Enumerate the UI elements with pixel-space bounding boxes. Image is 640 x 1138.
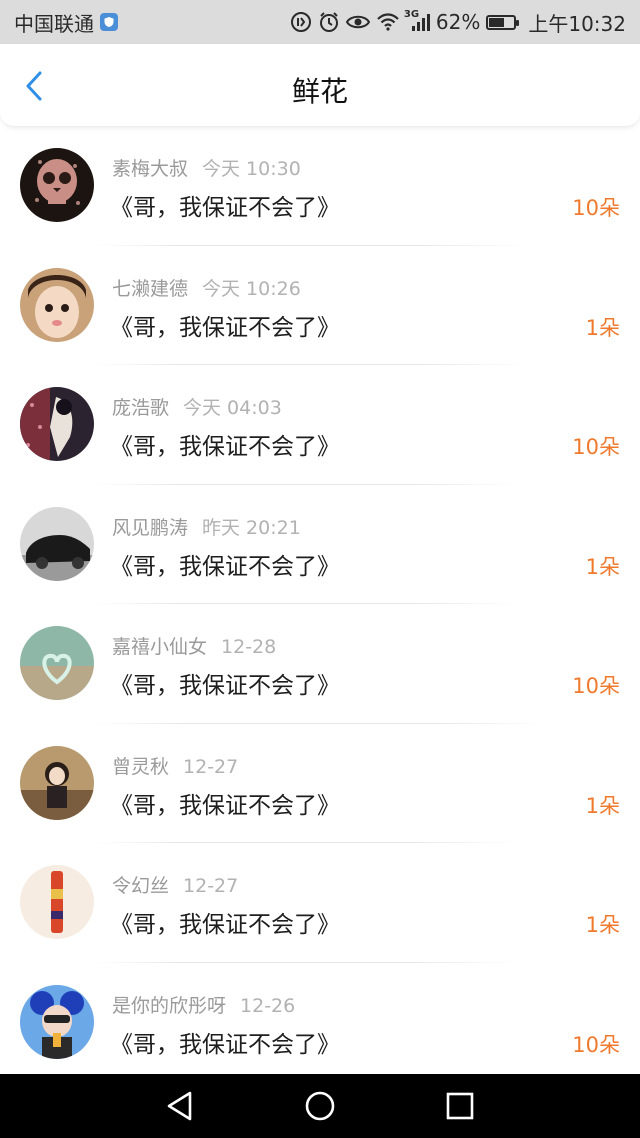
avatar[interactable] — [20, 626, 94, 700]
signal-type-label: 3G — [403, 9, 420, 20]
gift-message: 《哥，我保证不会了》 — [110, 673, 340, 699]
home-circle-icon — [305, 1091, 335, 1121]
carrier-label: 中国联通 — [14, 11, 94, 36]
list-item[interactable]: 嘉禧小仙女 12-28 《哥，我保证不会了》 10朵 — [0, 604, 640, 724]
list-item[interactable]: 曾灵秋 12-27 《哥，我保证不会了》 1朵 — [0, 724, 640, 843]
data-saver-icon — [290, 11, 312, 33]
status-bar-left: 中国联通 — [14, 8, 118, 37]
avatar[interactable] — [20, 865, 94, 939]
gift-message: 《哥，我保证不会了》 — [110, 314, 340, 341]
avatar[interactable] — [20, 745, 94, 820]
sender-line: 令幻丝 12-27 — [112, 871, 238, 898]
timestamp: 12-27 — [183, 875, 239, 897]
flower-count: 10朵 — [572, 1032, 620, 1057]
nav-recents-button[interactable] — [436, 1082, 484, 1130]
flower-count: 1朵 — [585, 554, 620, 579]
status-bar: 中国联通 3G 62% 上午10:32 — [0, 0, 640, 44]
flower-count: 10朵 — [572, 196, 620, 220]
page-title: 鲜花 — [291, 75, 348, 108]
sender-line: 素梅大叔 今天 10:30 — [112, 154, 301, 181]
flower-count: 1朵 — [585, 793, 620, 818]
battery-percent: 62% — [435, 10, 481, 34]
recents-square-icon — [446, 1092, 474, 1120]
timestamp: 今天 10:30 — [202, 158, 301, 180]
nav-back-button[interactable] — [156, 1082, 204, 1130]
list-item[interactable]: 庞浩歌 今天 04:03 《哥，我保证不会了》 10朵 — [0, 365, 640, 485]
timestamp: 今天 10:26 — [202, 277, 301, 300]
sender-line: 庞浩歌 今天 04:03 — [112, 393, 282, 420]
sender-name[interactable]: 令幻丝 — [112, 875, 169, 897]
flower-count: 1朵 — [585, 315, 620, 340]
list-item[interactable]: 七濑建德 今天 10:26 《哥，我保证不会了》 1朵 — [0, 246, 640, 365]
battery-level — [489, 17, 505, 27]
gift-message: 《哥，我保证不会了》 — [110, 912, 340, 938]
clock: 上午10:32 — [528, 11, 626, 36]
sender-line: 是你的欣彤呀 12-26 — [112, 991, 295, 1018]
avatar[interactable] — [20, 267, 94, 342]
sender-name[interactable]: 曾灵秋 — [112, 756, 169, 778]
back-triangle-icon — [167, 1091, 192, 1121]
eye-icon — [345, 12, 370, 32]
gift-message: 《哥，我保证不会了》 — [110, 434, 340, 460]
gift-message: 《哥，我保证不会了》 — [110, 792, 340, 819]
sender-name[interactable]: 嘉禧小仙女 — [112, 636, 207, 658]
sender-name[interactable]: 是你的欣彤呀 — [112, 995, 226, 1017]
list-item[interactable]: 令幻丝 12-27 《哥，我保证不会了》 1朵 — [0, 843, 640, 963]
gift-list: 素梅大叔 今天 10:30 《哥，我保证不会了》 10朵 七濑建德 今天 10:26 《哥，… — [0, 126, 640, 1082]
sender-name[interactable]: 素梅大叔 — [112, 158, 188, 180]
sender-name[interactable]: 庞浩歌 — [112, 397, 169, 419]
wifi-icon — [376, 12, 400, 32]
timestamp: 12-26 — [240, 994, 296, 1017]
list-item[interactable]: 风见鹏涛 昨天 20:21 《哥，我保证不会了》 1朵 — [0, 485, 640, 604]
gift-message: 《哥，我保证不会了》 — [110, 195, 340, 221]
timestamp: 昨天 20:21 — [202, 516, 301, 539]
list-item[interactable]: 是你的欣彤呀 12-26 《哥，我保证不会了》 10朵 — [0, 963, 640, 1083]
status-bar-right: 3G 62% 上午10:32 — [290, 8, 626, 37]
sender-line: 曾灵秋 12-27 — [112, 752, 238, 779]
alarm-icon — [318, 11, 340, 33]
shield-icon — [100, 13, 118, 31]
flower-count: 1朵 — [585, 913, 620, 937]
timestamp: 12-27 — [183, 755, 239, 778]
avatar[interactable] — [20, 984, 94, 1059]
sender-line: 七濑建德 今天 10:26 — [112, 274, 301, 301]
nav-home-button[interactable] — [296, 1082, 344, 1130]
sender-name[interactable]: 七濑建德 — [112, 278, 188, 300]
avatar[interactable] — [20, 148, 94, 222]
sender-line: 风见鹏涛 昨天 20:21 — [112, 513, 301, 540]
sender-name[interactable]: 风见鹏涛 — [112, 517, 188, 539]
battery-icon — [486, 14, 520, 30]
sender-line: 嘉禧小仙女 12-28 — [112, 632, 276, 659]
flower-count: 10朵 — [572, 674, 620, 698]
flower-count: 10朵 — [572, 435, 620, 459]
list-item[interactable]: 素梅大叔 今天 10:30 《哥，我保证不会了》 10朵 — [0, 126, 640, 246]
gift-message: 《哥，我保证不会了》 — [110, 553, 340, 580]
gift-message: 《哥，我保证不会了》 — [110, 1031, 340, 1058]
avatar[interactable] — [20, 506, 94, 581]
system-nav-bar — [0, 1074, 640, 1138]
avatar[interactable] — [20, 387, 94, 461]
signal-icon: 3G — [403, 9, 430, 32]
timestamp: 今天 04:03 — [183, 397, 282, 419]
app-header: 鲜花 — [0, 44, 640, 127]
timestamp: 12-28 — [221, 636, 277, 658]
